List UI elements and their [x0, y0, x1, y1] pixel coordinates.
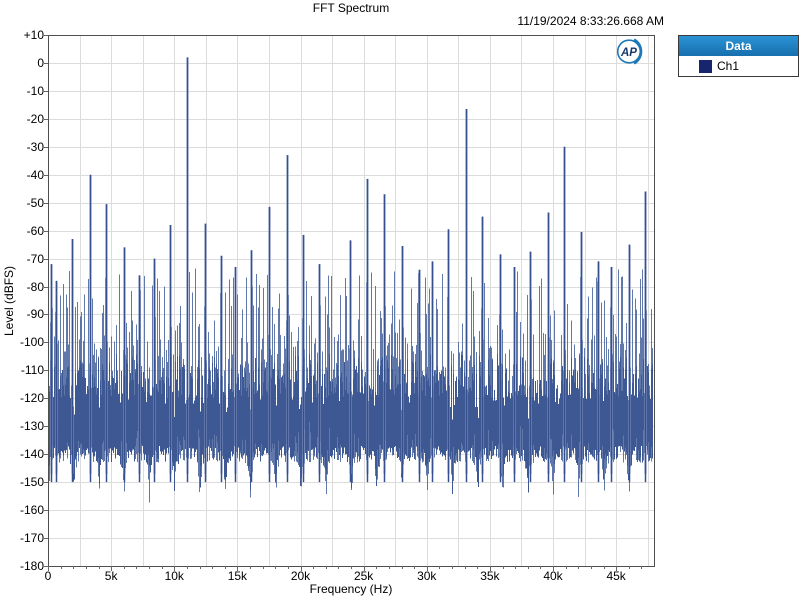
y-tick-label: -140 — [19, 447, 44, 462]
y-tick-label: -60 — [26, 223, 44, 238]
y-tick-label: -20 — [26, 111, 44, 126]
y-tick-label: +10 — [23, 28, 44, 42]
legend-swatch — [699, 59, 712, 73]
legend-header: Data — [679, 36, 798, 56]
x-tick-label: 20k — [290, 569, 311, 583]
y-tick-label: -150 — [19, 475, 44, 490]
y-tick-label: -30 — [26, 139, 44, 154]
y-tick-label: -160 — [19, 503, 44, 518]
x-tick-label: 40k — [543, 569, 563, 583]
plot-canvas[interactable] — [0, 0, 800, 600]
legend-body: Ch1 — [679, 56, 798, 76]
legend-item-label: Ch1 — [717, 59, 740, 73]
x-tick-label: 45k — [606, 569, 626, 583]
y-tick-label: -50 — [26, 195, 44, 210]
y-tick-label: -80 — [26, 279, 44, 294]
y-tick-label: -120 — [19, 391, 44, 406]
y-tick-label: -170 — [19, 531, 44, 546]
y-tick-label: -70 — [26, 251, 44, 266]
x-tick-label: 35k — [480, 569, 500, 583]
y-tick-label: -130 — [19, 419, 44, 434]
y-tick-label: -180 — [19, 559, 44, 573]
x-tick-label: 30k — [417, 569, 437, 583]
x-tick-label: 10k — [164, 569, 184, 583]
x-tick-label: 15k — [227, 569, 248, 583]
legend-item-ch1[interactable]: Ch1 — [679, 56, 798, 76]
ap-logo-text: AP — [620, 47, 637, 59]
x-tick-label: 5k — [104, 569, 118, 583]
y-tick-label: -110 — [20, 363, 44, 378]
legend-panel: Data Ch1 — [678, 35, 799, 77]
y-tick-label: 0 — [37, 55, 44, 70]
y-tick-label: -10 — [26, 83, 44, 98]
y-tick-label: -100 — [19, 335, 44, 350]
x-tick-label: 25k — [353, 569, 374, 583]
ap-logo: AP — [614, 37, 650, 67]
y-tick-label: -40 — [26, 167, 44, 182]
y-tick-label: -90 — [26, 307, 44, 322]
